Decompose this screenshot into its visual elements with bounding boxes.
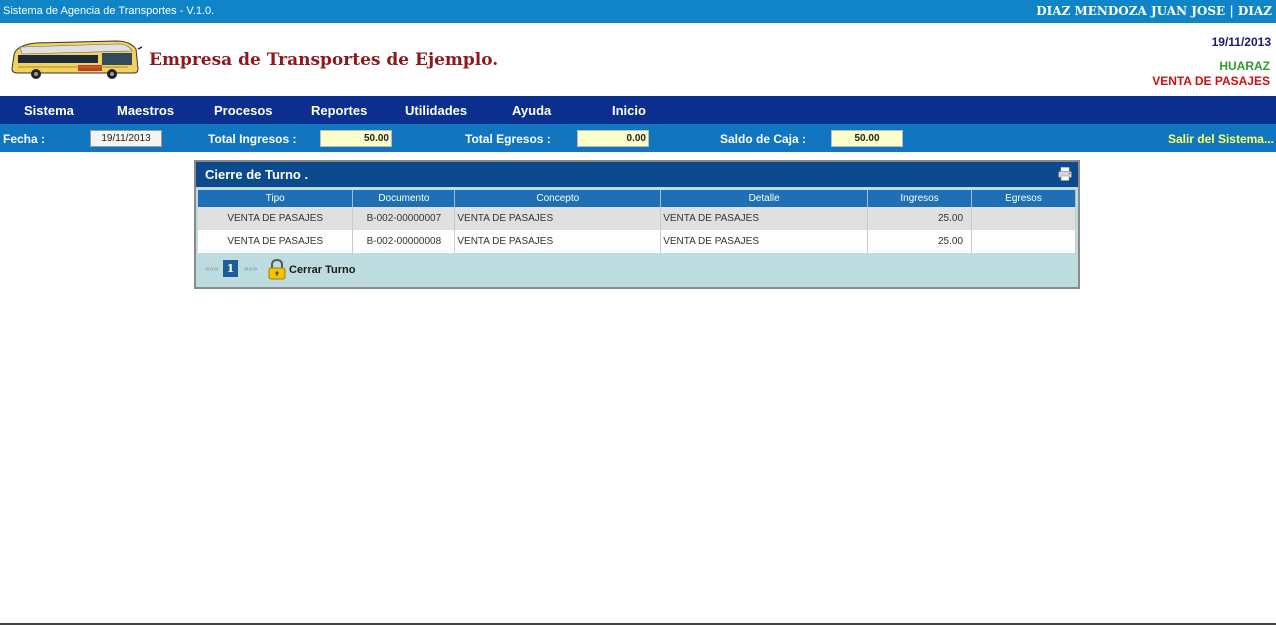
menu-ayuda[interactable]: Ayuda (512, 103, 551, 118)
company-name: Empresa de Transportes de Ejemplo. (149, 50, 499, 70)
col-detalle: Detalle (660, 190, 869, 207)
main-menu: Sistema Maestros Procesos Reportes Utili… (0, 96, 1276, 124)
cell-ingresos: 25.00 (867, 207, 973, 230)
menu-utilidades[interactable]: Utilidades (405, 103, 467, 118)
menu-reportes[interactable]: Reportes (311, 103, 367, 118)
printer-icon[interactable] (1058, 167, 1072, 181)
header-module: VENTA DE PASAJES (1152, 74, 1270, 88)
header-city: HUARAZ (1219, 59, 1270, 73)
egresos-field: 0.00 (577, 130, 649, 147)
top-bar: Sistema de Agencia de Transportes - V.1.… (0, 0, 1276, 23)
col-documento: Documento (352, 190, 456, 207)
close-shift-button[interactable]: Cerrar Turno (289, 264, 355, 276)
cell-egresos (971, 207, 1076, 230)
exit-link[interactable]: Salir del Sistema... (1168, 132, 1274, 146)
lock-icon[interactable] (266, 258, 288, 280)
cell-tipo: VENTA DE PASAJES (198, 230, 354, 253)
menu-maestros[interactable]: Maestros (117, 103, 174, 118)
ingresos-label: Total Ingresos : (208, 132, 297, 146)
cash-status-bar: Fecha : 19/11/2013 Total Ingresos : 50.0… (0, 124, 1276, 152)
header: Empresa de Transportes de Ejemplo. 19/11… (0, 23, 1276, 96)
user-name: DIAZ MENDOZA JUAN JOSE | DIAZ (1036, 4, 1272, 18)
col-ingresos: Ingresos (867, 190, 973, 207)
fecha-field[interactable]: 19/11/2013 (90, 130, 162, 147)
menu-sistema[interactable]: Sistema (24, 103, 74, 118)
pager: ««« 1 »»» Cerrar Turno (203, 258, 503, 280)
header-date: 19/11/2013 (1211, 35, 1271, 49)
pager-page-1[interactable]: 1 (223, 260, 238, 277)
saldo-label: Saldo de Caja : (720, 132, 807, 146)
table-row[interactable]: VENTA DE PASAJES B-002-00000007 VENTA DE… (198, 207, 1076, 230)
col-egresos: Egresos (971, 190, 1076, 207)
shift-close-panel: Cierre de Turno . Tipo Documento Concept… (194, 160, 1080, 289)
cell-ingresos: 25.00 (867, 230, 973, 253)
cell-detalle: VENTA DE PASAJES (660, 207, 869, 230)
fecha-label: Fecha : (3, 132, 46, 146)
col-tipo: Tipo (198, 190, 354, 207)
egresos-label: Total Egresos : (465, 132, 551, 146)
panel-title-bar: Cierre de Turno . (196, 162, 1078, 187)
col-concepto: Concepto (454, 190, 662, 207)
cell-tipo: VENTA DE PASAJES (198, 207, 354, 230)
cell-documento: B-002-00000008 (352, 230, 456, 253)
menu-inicio[interactable]: Inicio (612, 103, 646, 118)
table-header-row: Tipo Documento Concepto Detalle Ingresos… (198, 190, 1076, 207)
cell-documento: B-002-00000007 (352, 207, 456, 230)
movements-table: Tipo Documento Concepto Detalle Ingresos… (198, 190, 1076, 253)
panel-title: Cierre de Turno . (205, 167, 309, 182)
pager-next[interactable]: »»» (244, 264, 257, 273)
cell-egresos (971, 230, 1076, 253)
cell-concepto: VENTA DE PASAJES (454, 230, 662, 253)
cell-concepto: VENTA DE PASAJES (454, 207, 662, 230)
system-title: Sistema de Agencia de Transportes - V.1.… (3, 5, 215, 17)
table-row[interactable]: VENTA DE PASAJES B-002-00000008 VENTA DE… (198, 230, 1076, 253)
menu-procesos[interactable]: Procesos (214, 103, 273, 118)
bus-logo (11, 40, 142, 79)
pager-prev[interactable]: ««« (205, 264, 218, 273)
cell-detalle: VENTA DE PASAJES (660, 230, 869, 253)
saldo-field: 50.00 (831, 130, 903, 147)
ingresos-field: 50.00 (320, 130, 392, 147)
